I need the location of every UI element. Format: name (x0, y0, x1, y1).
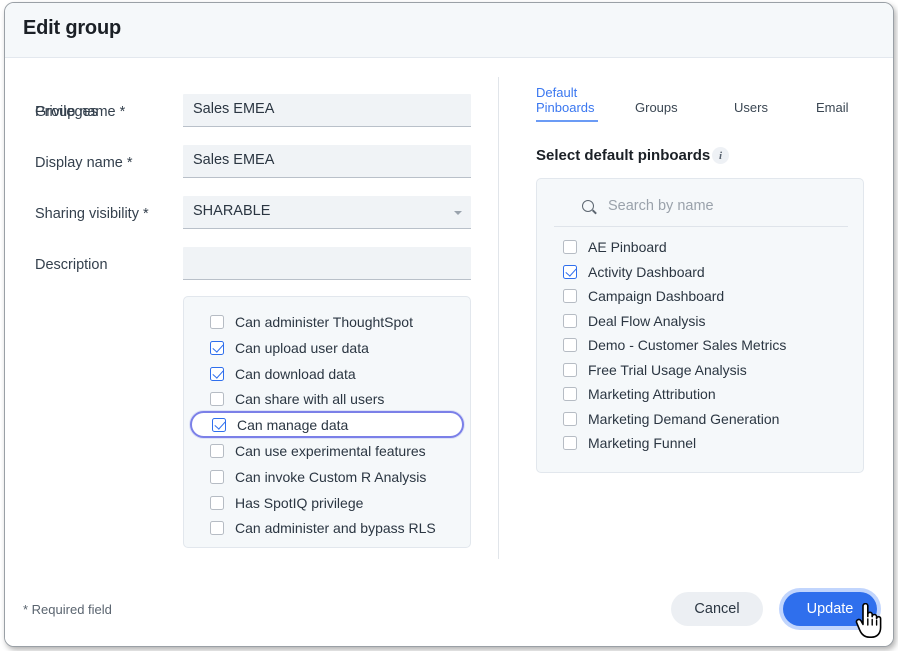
pinboard-label: Marketing Attribution (588, 386, 716, 402)
checkbox-icon[interactable] (563, 289, 577, 303)
info-icon[interactable]: i (712, 147, 729, 164)
privilege-row[interactable]: Can administer and bypass RLS (184, 516, 470, 540)
privilege-label: Can administer ThoughtSpot (235, 314, 413, 330)
tab-email[interactable]: Email (816, 100, 861, 120)
privilege-label: Can share with all users (235, 391, 384, 407)
privileges-panel: Can administer ThoughtSpot Can upload use… (183, 296, 471, 548)
checkbox-icon[interactable] (210, 521, 224, 535)
pinboard-label: Campaign Dashboard (588, 288, 724, 304)
pinboard-row[interactable]: Marketing Attribution (537, 382, 863, 406)
checkbox-icon[interactable] (563, 436, 577, 450)
checkbox-icon[interactable] (563, 363, 577, 377)
privilege-label: Can upload user data (235, 340, 369, 356)
field-input-0[interactable]: Sales EMEA (183, 94, 471, 127)
pinboard-label: Free Trial Usage Analysis (588, 362, 747, 378)
pinboard-label: Demo - Customer Sales Metrics (588, 337, 786, 353)
privilege-row[interactable]: Can manage data (190, 411, 464, 438)
default-pinboards-panel: Search by name AE Pinboard Activity Dashb… (536, 178, 864, 473)
checkbox-icon[interactable] (210, 444, 224, 458)
checkbox-checked-icon[interactable] (563, 265, 577, 279)
privilege-row[interactable]: Can upload user data (184, 336, 470, 360)
dialog-body: Group name *Sales EMEADisplay name *Sale… (5, 59, 894, 569)
pinboard-row[interactable]: Activity Dashboard (537, 260, 863, 284)
pinboard-label: AE Pinboard (588, 239, 667, 255)
checkbox-checked-icon[interactable] (210, 341, 224, 355)
pinboard-row[interactable]: Marketing Demand Generation (537, 407, 863, 431)
privilege-label: Can invoke Custom R Analysis (235, 469, 426, 485)
privilege-row[interactable]: Can download data (184, 362, 470, 386)
checkbox-icon[interactable] (210, 496, 224, 510)
checkbox-icon[interactable] (563, 387, 577, 401)
page-title: Edit group (23, 17, 121, 40)
field-input-3[interactable] (183, 247, 471, 280)
privilege-row[interactable]: Can administer ThoughtSpot (184, 310, 470, 334)
checkbox-icon[interactable] (210, 392, 224, 406)
pinboard-row[interactable]: AE Pinboard (537, 235, 863, 259)
checkbox-icon[interactable] (210, 470, 224, 484)
tab-users[interactable]: Users (734, 100, 779, 120)
privilege-label: Has SpotIQ privilege (235, 495, 363, 511)
required-field-note: * Required field (23, 602, 112, 617)
pinboard-row[interactable]: Campaign Dashboard (537, 284, 863, 308)
panel-divider (498, 77, 499, 559)
checkbox-icon[interactable] (563, 412, 577, 426)
privilege-label: Can use experimental features (235, 443, 426, 459)
pinboard-label: Activity Dashboard (588, 264, 705, 280)
search-input[interactable]: Search by name (608, 198, 714, 214)
checkbox-icon[interactable] (563, 240, 577, 254)
privilege-row[interactable]: Can share with all users (184, 387, 470, 411)
search-icon (582, 200, 594, 212)
chevron-down-icon[interactable] (454, 211, 462, 215)
pinboard-row[interactable]: Deal Flow Analysis (537, 309, 863, 333)
pinboard-row[interactable]: Demo - Customer Sales Metrics (537, 333, 863, 357)
checkbox-icon[interactable] (210, 315, 224, 329)
field-input-2[interactable]: SHARABLE (183, 196, 471, 229)
field-value-1: Sales EMEA (193, 152, 274, 168)
privilege-label: Can administer and bypass RLS (235, 520, 436, 536)
dialog-header: Edit group (5, 3, 894, 58)
pinboard-row[interactable]: Marketing Funnel (537, 431, 863, 455)
pinboard-label: Deal Flow Analysis (588, 313, 706, 329)
dialog-footer: * Required field Cancel Update (5, 569, 894, 647)
tab-groups[interactable]: Groups (635, 100, 690, 120)
privilege-row[interactable]: Can use experimental features (184, 439, 470, 463)
update-button[interactable]: Update (783, 592, 877, 626)
field-label-2: Sharing visibility * (35, 206, 149, 222)
pinboard-label: Marketing Demand Generation (588, 411, 779, 427)
pinboard-row[interactable]: Free Trial Usage Analysis (537, 358, 863, 382)
select-pinboards-heading: Select default pinboards (536, 147, 710, 164)
checkbox-icon[interactable] (563, 314, 577, 328)
pinboard-label: Marketing Funnel (588, 435, 696, 451)
field-value-2: SHARABLE (193, 203, 270, 219)
privilege-row[interactable]: Has SpotIQ privilege (184, 491, 470, 515)
field-input-1[interactable]: Sales EMEA (183, 145, 471, 178)
privilege-row[interactable]: Can invoke Custom R Analysis (184, 465, 470, 489)
checkbox-checked-icon[interactable] (212, 418, 226, 432)
tab-default-pinboards[interactable]: Default Pinboards (536, 85, 598, 122)
field-label-1: Display name * (35, 155, 133, 171)
field-value-0: Sales EMEA (193, 101, 274, 117)
privileges-label: Privileges (35, 104, 98, 120)
checkbox-icon[interactable] (563, 338, 577, 352)
checkbox-checked-icon[interactable] (210, 367, 224, 381)
search-box[interactable]: Search by name (554, 191, 848, 227)
privilege-label: Can manage data (237, 417, 348, 433)
privilege-label: Can download data (235, 366, 356, 382)
field-label-3: Description (35, 257, 108, 273)
cancel-button[interactable]: Cancel (671, 592, 763, 626)
edit-group-dialog: Edit group Group name *Sales EMEADisplay… (4, 2, 894, 647)
